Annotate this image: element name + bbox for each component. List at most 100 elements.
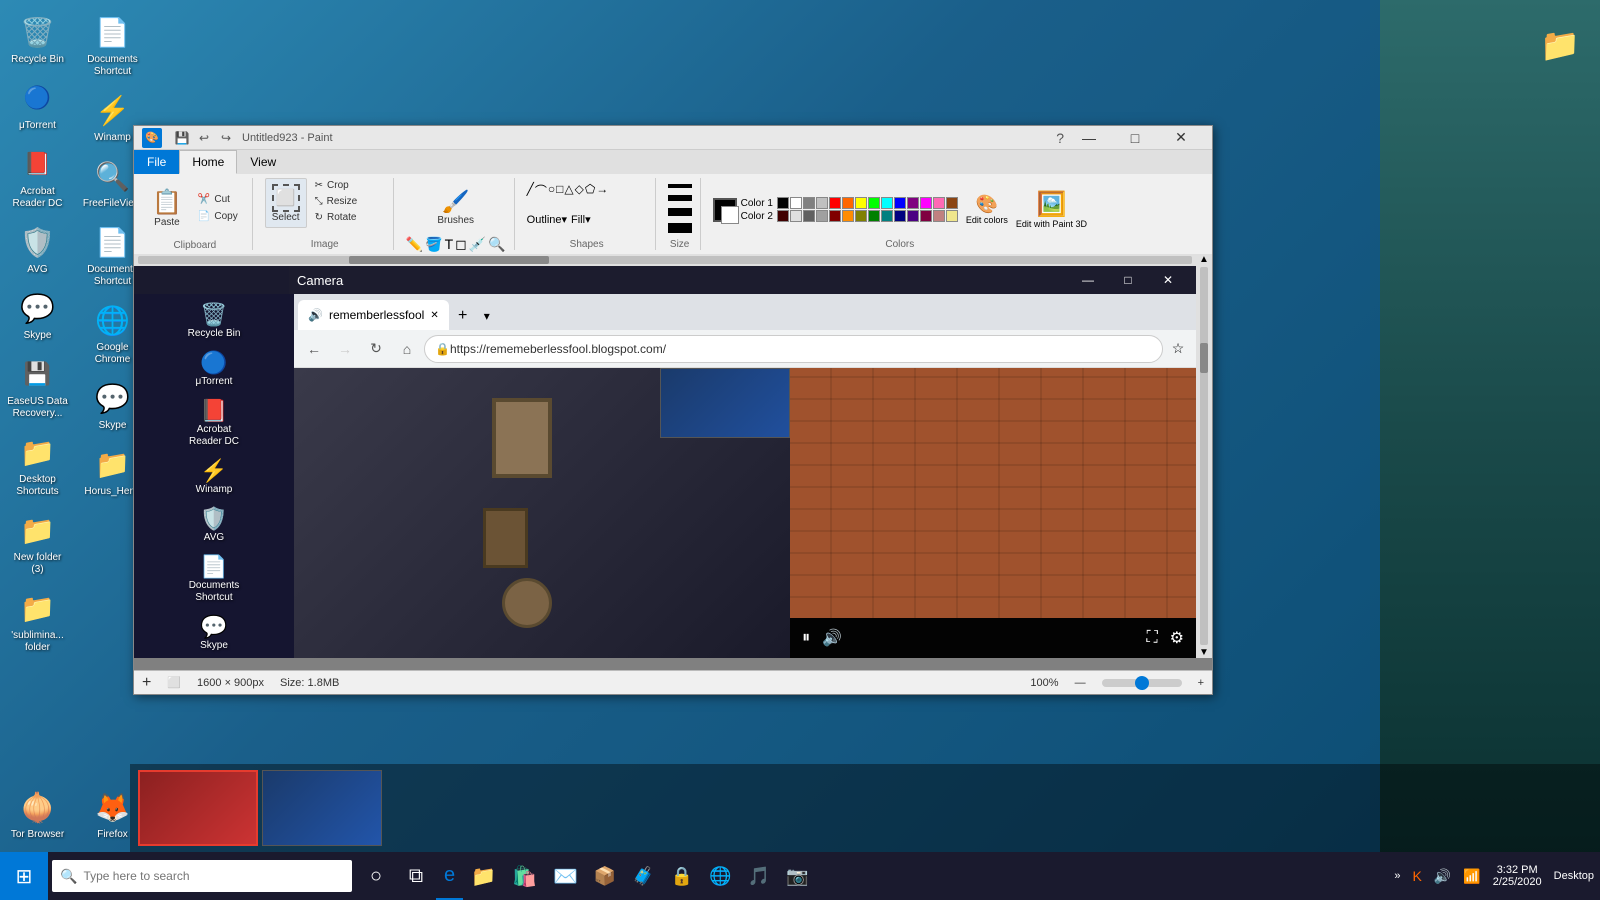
palette-brown[interactable] — [946, 197, 958, 209]
taskbar-app-store[interactable]: 🛍️ — [504, 852, 545, 900]
nested-back-btn[interactable]: ← — [300, 335, 328, 363]
palette-khaki[interactable] — [946, 210, 958, 222]
paint-maximize-btn[interactable]: □ — [1112, 122, 1158, 154]
taskbar-task-view[interactable]: ⧉ — [396, 852, 436, 900]
clock-tray[interactable]: 3:32 PM 2/25/2020 — [1487, 852, 1548, 900]
palette-wine[interactable] — [920, 210, 932, 222]
desktop-icon-acrobat[interactable]: 📕 Acrobat Reader DC — [3, 140, 73, 214]
inner-avg[interactable]: 🛡️ AVG — [183, 502, 245, 548]
shape-line[interactable]: ╱ — [527, 182, 534, 210]
save-qa-btn[interactable]: 💾 — [172, 128, 192, 148]
palette-orange[interactable] — [842, 197, 854, 209]
zoom-thumb[interactable] — [1135, 676, 1149, 690]
shape-curve[interactable]: ⌒ — [535, 182, 547, 210]
palette-rose[interactable] — [933, 210, 945, 222]
nested-address-bar[interactable]: 🔒 https://rememeberlessfool.blogspot.com… — [424, 335, 1163, 363]
shape-arrow[interactable]: → — [596, 182, 608, 210]
desktop-icon-utorrent[interactable]: 🔵 μTorrent — [3, 74, 73, 136]
desktop-icon-desktop-shortcuts[interactable]: 📁 Desktop Shortcuts — [3, 428, 73, 502]
cut-btn[interactable]: ✂️ Cut — [192, 192, 244, 207]
inner-recycle-bin[interactable]: 🗑️ Recycle Bin — [183, 298, 245, 344]
nested-forward-btn[interactable]: → — [331, 335, 359, 363]
paint-minimize-btn[interactable]: — — [1066, 122, 1112, 154]
taskbar-app-amazon[interactable]: 📦 — [586, 852, 624, 900]
taskbar-search-box[interactable]: 🔍 — [52, 860, 352, 892]
inner-acrobat[interactable]: 📕 Acrobat Reader DC — [183, 394, 245, 452]
palette-black[interactable] — [777, 197, 789, 209]
desktop-icon-recycle-bin[interactable]: 🗑️ Recycle Bin — [3, 8, 73, 70]
desktop-icon-skype[interactable]: 💬 Skype — [3, 284, 73, 346]
shape-pentagon[interactable]: ⬠ — [585, 182, 595, 210]
shape-diamond[interactable]: ◇ — [575, 182, 584, 210]
cam-max-btn[interactable]: □ — [1108, 266, 1148, 294]
settings-btn[interactable]: ⚙ — [1170, 628, 1184, 648]
nested-new-tab-btn[interactable]: + — [449, 302, 477, 330]
palette-cyan[interactable] — [881, 197, 893, 209]
palette-yellow[interactable] — [855, 197, 867, 209]
h-scrollbar[interactable] — [134, 254, 1196, 266]
cam-close-btn[interactable]: ✕ — [1148, 266, 1188, 294]
help-btn[interactable]: ? — [1056, 130, 1064, 146]
size-2[interactable] — [668, 195, 692, 201]
outline-btn[interactable]: Outline▾ — [527, 213, 567, 237]
rotate-btn[interactable]: ↻ Rotate — [309, 210, 364, 225]
desktop-icon-avg[interactable]: 🛡️ AVG — [3, 218, 73, 280]
color1-swatch[interactable] — [713, 198, 737, 222]
redo-qa-btn[interactable]: ↪ — [216, 128, 236, 148]
palette-dkgray[interactable] — [803, 210, 815, 222]
undo-qa-btn[interactable]: ↩ — [194, 128, 214, 148]
palette-dkgreen[interactable] — [868, 210, 880, 222]
desktop-icon-new-folder[interactable]: 📁 New folder (3) — [3, 506, 73, 580]
copy-btn[interactable]: 📄 Copy — [192, 209, 244, 224]
shape-rect[interactable]: □ — [556, 182, 563, 210]
palette-maroon[interactable] — [829, 210, 841, 222]
search-input[interactable] — [83, 869, 344, 883]
v-scroll-up[interactable]: ▲ — [1199, 254, 1209, 265]
palette-magenta[interactable] — [920, 197, 932, 209]
v-scrollbar-thumb[interactable] — [1200, 343, 1208, 373]
palette-teal[interactable] — [881, 210, 893, 222]
tab-view[interactable]: View — [237, 150, 289, 174]
pencil-icon[interactable]: ✏️ — [406, 236, 423, 253]
taskbar-app-vpn[interactable]: 🔒 — [663, 852, 701, 900]
v-scrollbar[interactable]: ▲ ▼ — [1196, 254, 1212, 658]
palette-blue[interactable] — [894, 197, 906, 209]
taskbar-cortana[interactable]: ○ — [356, 852, 396, 900]
brushes-btn[interactable]: 🖌️ Brushes — [431, 182, 480, 232]
taskbar-app-tripadvisor[interactable]: 🧳 — [624, 852, 662, 900]
fullscreen-btn[interactable]: ⛶ — [1146, 629, 1157, 647]
inner-utorrent[interactable]: 🔵 μTorrent — [183, 346, 245, 392]
desktop-icon-docs-shortcut[interactable]: 📄 Documents Shortcut — [78, 8, 148, 82]
palette-olive[interactable] — [855, 210, 867, 222]
zoom-minus-btn[interactable]: — — [1075, 677, 1086, 689]
palette-green[interactable] — [868, 197, 880, 209]
play-pause-btn[interactable]: ⏸ — [802, 629, 810, 647]
volume-btn[interactable]: 🔊 — [822, 628, 842, 648]
palette-red[interactable] — [829, 197, 841, 209]
desktop-btn[interactable]: Desktop — [1548, 852, 1600, 900]
palette-darkorange[interactable] — [842, 210, 854, 222]
nested-tab-close[interactable]: ✕ — [430, 310, 438, 321]
zoom-in-btn[interactable]: + — [142, 674, 151, 692]
select-btn[interactable]: ⬜ Select — [265, 178, 307, 228]
show-more-tray[interactable]: » — [1388, 852, 1406, 900]
thumb-2[interactable] — [262, 770, 382, 846]
volume-tray[interactable]: 🔊 — [1428, 852, 1457, 900]
size-3[interactable] — [668, 208, 692, 216]
desktop-icon-tor[interactable]: 🧅 Tor Browser — [3, 783, 73, 845]
fill-btn[interactable]: Fill▾ — [571, 213, 591, 237]
palette-medgray[interactable] — [816, 210, 828, 222]
text-icon[interactable]: T — [445, 236, 454, 253]
crop-btn[interactable]: ✂ Crop — [309, 178, 364, 193]
palette-gray[interactable] — [803, 197, 815, 209]
taskbar-app-explorer[interactable]: 📁 — [463, 852, 504, 900]
shape-triangle[interactable]: △ — [564, 182, 573, 210]
zoom-slider[interactable] — [1102, 679, 1182, 687]
size-4[interactable] — [668, 223, 692, 233]
palette-ltgray[interactable] — [816, 197, 828, 209]
thumb-1[interactable] — [138, 770, 258, 846]
desktop-icon-sublimina[interactable]: 📁 'sublimina... folder — [3, 584, 73, 658]
taskbar-app-edge[interactable]: e — [436, 852, 463, 900]
cam-min-btn[interactable]: — — [1068, 266, 1108, 294]
zoom-plus-btn[interactable]: + — [1198, 677, 1204, 689]
